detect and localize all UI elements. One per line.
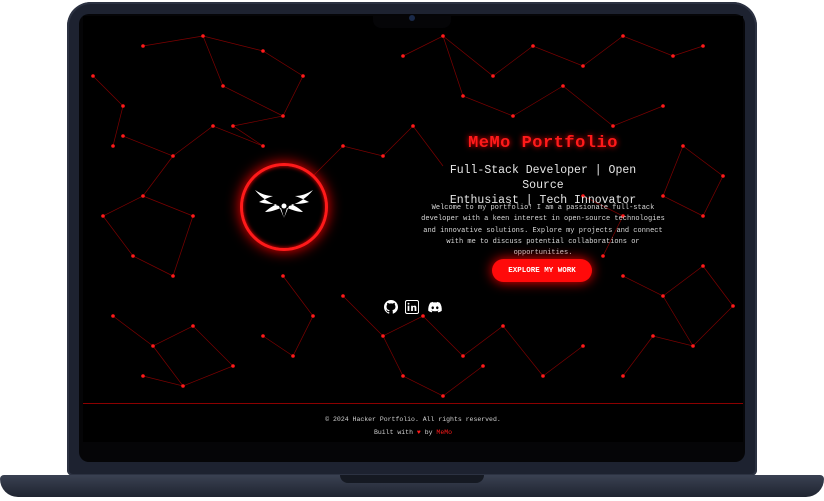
intro-line: Welcome to my portfolio! I am a passiona…	[431, 204, 655, 212]
logo-avatar	[240, 163, 328, 251]
subtitle: Full-Stack Developer | Open Source Enthu…	[428, 163, 658, 208]
github-icon[interactable]	[384, 300, 398, 314]
discord-icon[interactable]	[428, 300, 442, 314]
author-link[interactable]: MeMo	[436, 429, 452, 436]
built-with-label: Built with	[373, 429, 413, 436]
intro-line: opportunities.	[513, 249, 573, 258]
intro-paragraph: Welcome to my portfolio! I am a passiona…	[418, 203, 668, 259]
built-with-line: Built with ♥ by MeMo	[83, 429, 743, 436]
copyright-text: © 2024 Hacker Portfolio. All rights rese…	[325, 416, 501, 423]
intro-line: and innovative solutions. Explore my pro…	[423, 226, 663, 235]
page-title: MeMo Portfolio	[468, 134, 618, 153]
intro-line: developer with a keen interest in open-s…	[421, 215, 665, 224]
laptop-base-notch	[340, 475, 484, 483]
wings-logo-icon	[255, 190, 313, 218]
camera-icon	[409, 15, 415, 21]
subtitle-line: Full-Stack Developer | Open Source	[449, 164, 637, 192]
intro-line: with me to discuss potential collaborati…	[446, 237, 640, 246]
linkedin-icon[interactable]	[405, 300, 419, 314]
heart-icon: ♥	[416, 429, 421, 436]
by-label: by	[424, 429, 433, 436]
website-screen: MeMo Portfolio Full-Stack Developer | Op…	[83, 16, 743, 442]
footer-divider	[83, 403, 743, 404]
explore-my-work-button[interactable]: EXPLORE MY WORK	[492, 259, 592, 282]
